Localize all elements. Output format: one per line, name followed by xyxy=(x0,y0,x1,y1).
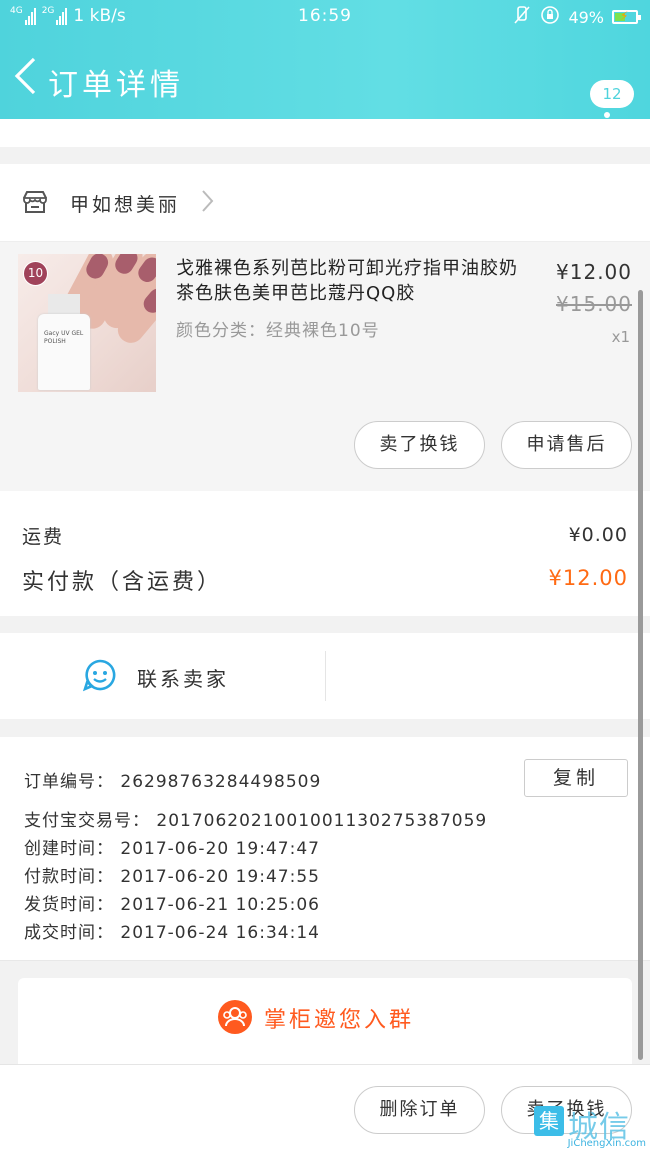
title-bar: 订单详情 12 xyxy=(0,40,650,140)
created-time: 创建时间： 2017-06-20 19:47:47 xyxy=(24,839,320,859)
sell-item-button[interactable]: 卖了换钱 xyxy=(354,421,485,469)
store-name[interactable]: 甲如想美丽 xyxy=(70,190,180,217)
product-variant: 颜色分类：经典裸色10号 xyxy=(176,321,380,341)
product-image-badge: 10 xyxy=(23,261,48,286)
charging-icon: ⚡ xyxy=(620,9,629,23)
shipping-value: ¥0.00 xyxy=(568,524,628,546)
completed-time: 成交时间： 2017-06-24 16:34:14 xyxy=(24,923,320,943)
product-image[interactable]: Gacy UV GEL POLISH 10 xyxy=(18,254,156,392)
status-right: 49% ⚡ xyxy=(512,5,641,29)
watermark-url: JiChengXin.com xyxy=(567,1138,646,1149)
total-value: ¥12.00 xyxy=(548,566,628,590)
rotation-lock-icon xyxy=(540,5,560,29)
mute-icon xyxy=(512,5,532,29)
fees-section: 运费 ¥0.00 实付款（含运费） ¥12.00 xyxy=(0,491,650,616)
copy-button[interactable]: 复制 xyxy=(524,759,628,797)
watermark-box: 集 xyxy=(534,1106,564,1136)
product-quantity: x1 xyxy=(611,328,630,346)
app-header: 4G 2G 1 kB/s 16:59 49% ⚡ 订单详情 12 xyxy=(0,0,650,140)
product-image-bottle-label: Gacy UV GEL POLISH xyxy=(44,330,84,345)
previous-section-peek xyxy=(0,119,650,147)
order-number: 订单编号： 2629876328449850​9 xyxy=(24,772,322,792)
watermark-logo: 集 城信 JiChengXin.com xyxy=(530,1100,650,1155)
status-bar: 4G 2G 1 kB/s 16:59 49% ⚡ xyxy=(0,0,650,34)
shipped-time: 发货时间： 2017-06-21 10:25:06 xyxy=(24,895,320,915)
total-label: 实付款（含运费） xyxy=(22,570,223,595)
product-image-bottle xyxy=(38,314,90,390)
divider xyxy=(325,651,326,701)
battery-icon: ⚡ xyxy=(612,9,641,24)
page-title: 订单详情 xyxy=(48,68,184,103)
after-sale-button[interactable]: 申请售后 xyxy=(501,421,632,469)
order-info-section: 订单编号： 2629876328449850​9 复制 支付宝交易号： 2017… xyxy=(0,737,650,961)
store-icon xyxy=(22,190,48,214)
chat-bubble-icon[interactable] xyxy=(82,658,117,692)
group-icon xyxy=(218,1000,252,1034)
product-title[interactable]: 戈雅裸色系列芭比粉可卸光疗指甲油胶奶茶色肤色美甲芭比蔻丹QQ胶 xyxy=(176,256,526,306)
message-count-badge[interactable]: 12 xyxy=(590,80,634,108)
alipay-trade-number: 支付宝交易号： 2017062021001001130275387059 xyxy=(24,811,488,831)
paid-time: 付款时间： 2017-06-20 19:47:55 xyxy=(24,867,320,887)
scrollbar[interactable] xyxy=(638,290,643,1060)
contact-seller-button[interactable]: 联系卖家 xyxy=(137,663,229,692)
product-item[interactable]: Gacy UV GEL POLISH 10 戈雅裸色系列芭比粉可卸光疗指甲油胶奶… xyxy=(0,242,650,491)
delete-order-button[interactable]: 删除订单 xyxy=(354,1086,485,1134)
chevron-right-icon xyxy=(200,188,214,220)
product-price: ¥12.00 xyxy=(556,260,632,284)
invite-group-label[interactable]: 掌柜邀您入群 xyxy=(264,1002,414,1034)
contact-section: 联系卖家 xyxy=(0,633,650,719)
invite-group-card[interactable]: 掌柜邀您入群 xyxy=(18,978,632,1078)
product-original-price: ¥15.00 xyxy=(556,292,632,316)
shipping-label: 运费 xyxy=(22,526,65,548)
store-row[interactable]: 甲如想美丽 xyxy=(0,164,650,242)
back-icon[interactable] xyxy=(12,56,42,96)
battery-percent: 49% xyxy=(568,7,604,27)
